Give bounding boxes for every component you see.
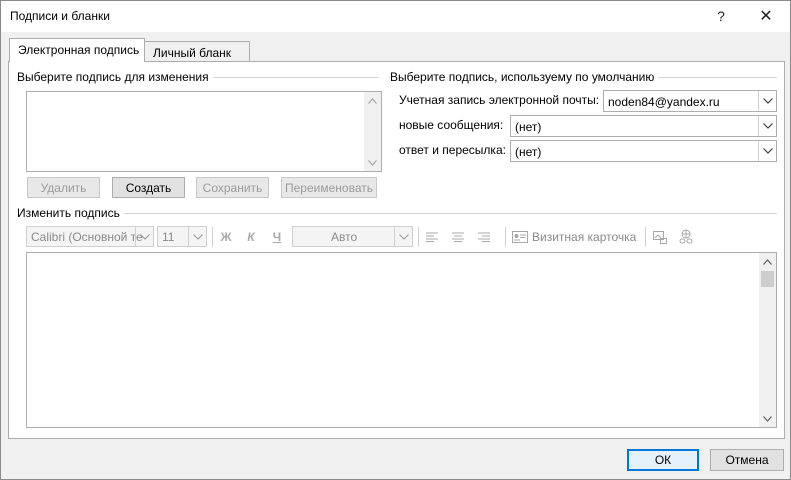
tab-personal-stationery-label: Личный бланк [153,46,232,60]
hyperlink-icon [679,229,693,244]
business-card-icon [512,231,528,243]
replies-combo[interactable]: (нет) [510,140,777,162]
font-color-combo[interactable]: Авто [292,226,413,247]
toolbar-separator [505,227,506,247]
italic-button[interactable]: К [241,227,261,247]
signature-editor[interactable] [26,252,777,428]
rename-button-label: Переименовать [285,180,373,195]
business-card-label: Визитная карточка [532,230,637,244]
close-icon: ✕ [759,8,773,25]
ok-button-label: ОК [654,453,672,467]
create-button[interactable]: Создать [112,177,185,198]
account-label: Учетная запись электронной почты: [399,93,600,107]
tab-email-signature-label: Электронная подпись [18,43,140,57]
picture-icon [653,231,667,244]
font-combo[interactable]: Calibri (Основной те [26,226,154,247]
account-combo[interactable]: noden84@yandex.ru [603,90,777,112]
align-left-icon [426,232,438,242]
replies-label: ответ и пересылка: [399,143,506,157]
editor-scroll-thumb[interactable] [761,271,774,287]
font-color-value: Авто [331,230,358,244]
ok-button[interactable]: ОК [627,449,699,471]
cancel-button[interactable]: Отмена [710,449,784,471]
help-icon: ? [717,8,725,24]
chevron-down-icon[interactable] [758,141,776,161]
select-signature-label: Выберите подпись для изменения [17,70,213,84]
align-left-button[interactable] [422,227,442,247]
signature-list[interactable] [26,91,382,172]
scroll-down-icon[interactable] [364,154,381,171]
signatures-dialog: Подписи и бланки ? ✕ Электронная подпись… [0,0,791,480]
save-button-label: Сохранить [202,180,263,195]
scroll-down-icon[interactable] [759,410,776,427]
create-button-label: Создать [125,180,172,195]
edit-signature-divider [17,213,777,214]
help-button[interactable]: ? [708,5,734,27]
chevron-down-icon[interactable] [758,91,776,111]
cancel-button-label: Отмена [725,453,769,467]
chevron-down-icon[interactable] [758,116,776,136]
delete-button-label: Удалить [40,180,87,195]
align-right-button[interactable] [474,227,494,247]
toolbar-separator [645,227,646,247]
bold-button[interactable]: Ж [216,227,236,247]
underline-button[interactable]: Ч [267,227,287,247]
signature-list-scrollbar[interactable] [364,92,381,171]
new-messages-value: (нет) [515,120,542,134]
align-right-icon [478,232,490,242]
editor-scrollbar[interactable] [759,253,776,427]
tab-personal-stationery[interactable]: Личный бланк [144,41,250,63]
delete-button[interactable]: Удалить [27,177,100,198]
edit-signature-label: Изменить подпись [17,206,124,220]
new-messages-label: новые сообщения: [399,118,504,132]
replies-value: (нет) [515,145,542,159]
chevron-down-icon[interactable] [188,227,206,246]
font-size-combo[interactable]: 11 [157,226,207,247]
insert-picture-button[interactable] [650,227,670,247]
scroll-up-icon[interactable] [364,92,381,109]
underline-icon: Ч [272,230,282,244]
close-button[interactable]: ✕ [753,5,779,27]
window-title: Подписи и бланки [10,9,110,23]
tab-email-signature[interactable]: Электронная подпись [9,38,145,62]
rename-button[interactable]: Переименовать [281,177,377,198]
chevron-down-icon[interactable] [135,227,153,246]
align-center-icon [452,232,464,242]
font-value: Calibri (Основной те [31,230,143,244]
new-messages-combo[interactable]: (нет) [510,115,777,137]
chevron-down-icon[interactable] [394,227,412,246]
title-bar: Подписи и бланки ? ✕ [1,1,790,32]
account-value: noden84@yandex.ru [608,95,720,109]
business-card-button[interactable]: Визитная карточка [512,227,638,247]
font-size-value: 11 [162,230,175,244]
tab-panel: Выберите подпись для изменения Удалить С… [8,61,785,439]
bold-icon: Ж [220,230,232,244]
scroll-up-icon[interactable] [759,253,776,270]
insert-hyperlink-button[interactable] [676,227,696,247]
toolbar-separator [212,227,213,247]
align-center-button[interactable] [448,227,468,247]
defaults-label: Выберите подпись, используему по умолчан… [390,70,659,84]
italic-icon: К [247,230,255,244]
toolbar-separator [418,227,419,247]
save-button[interactable]: Сохранить [196,177,269,198]
